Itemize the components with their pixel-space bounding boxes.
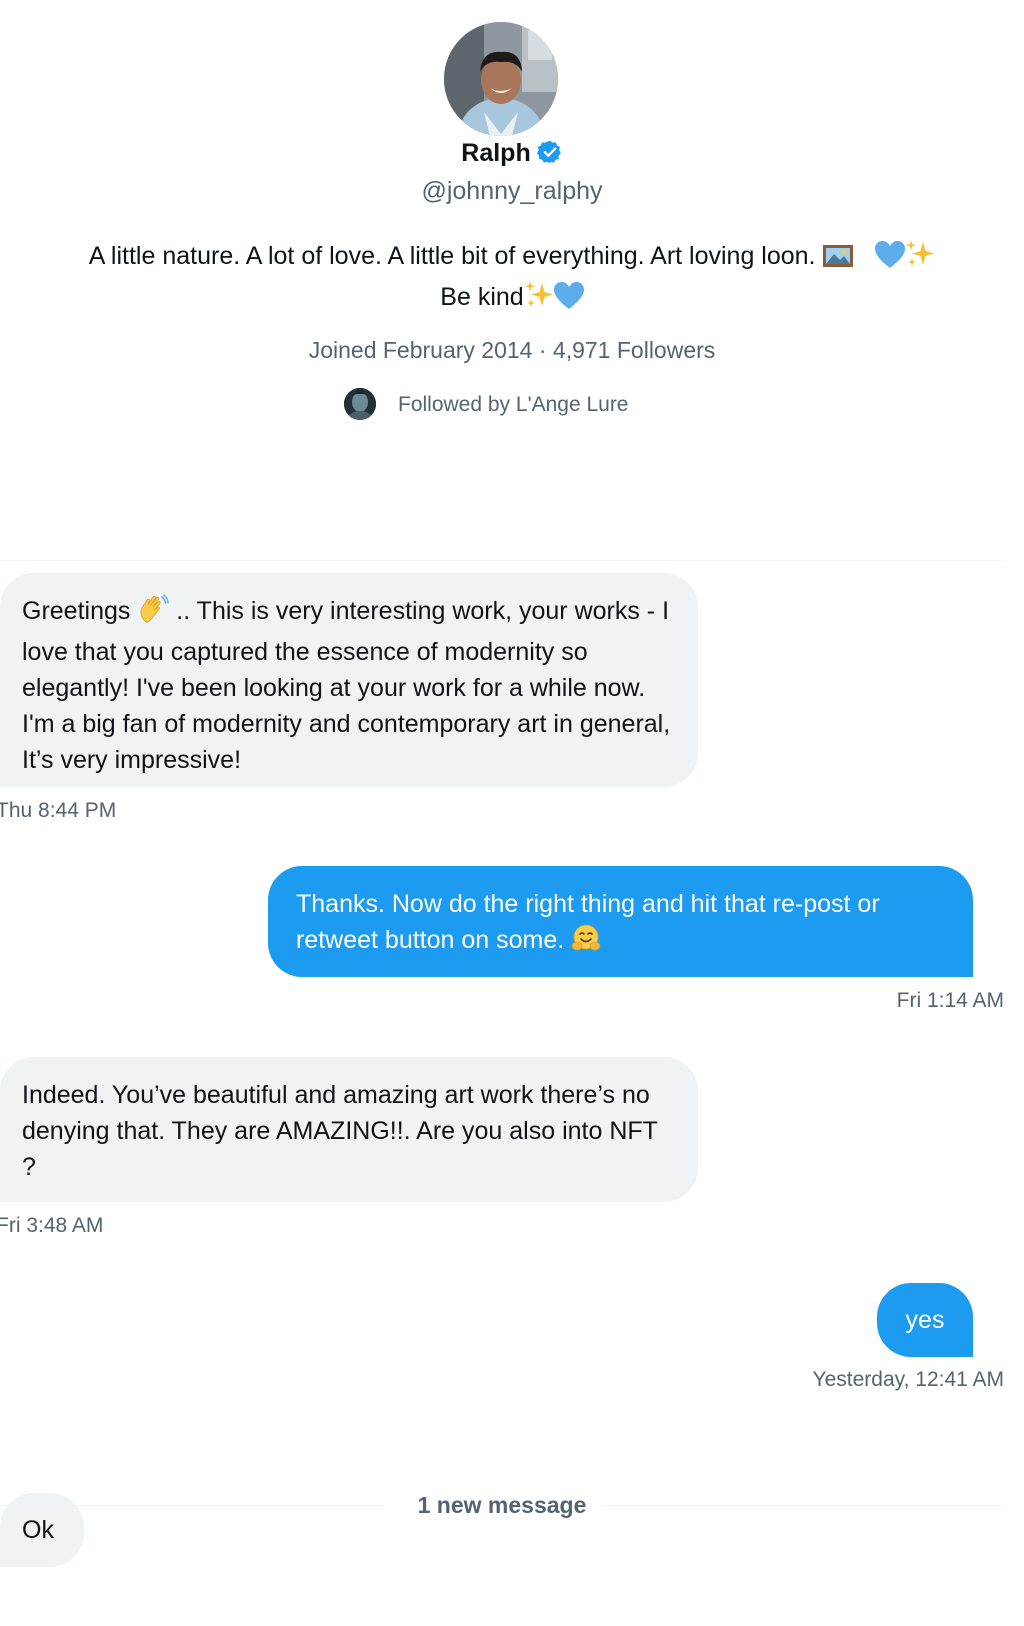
meta-separator: · <box>538 337 547 363</box>
profile-handle: @johnny_ralphy <box>421 177 603 205</box>
blue-heart-emoji <box>875 241 906 279</box>
joined-date: Joined February 2014 <box>308 337 533 363</box>
profile-meta: Joined February 2014 · 4,971 Followers <box>0 334 1024 366</box>
followed-by[interactable]: Followed by L'Ange Lure <box>344 388 629 422</box>
new-message-divider: 1 new message <box>0 1488 1004 1522</box>
message-timestamp: Thu 8:44 PM <box>0 799 117 822</box>
sparkles-emoji <box>905 239 935 279</box>
message-timestamp: Fri 1:14 AM <box>896 989 1004 1012</box>
framed-picture-emoji <box>822 243 854 279</box>
bio-line-2: Be kind <box>20 279 1004 320</box>
bio-text-2: Be kind <box>440 283 524 311</box>
bio-text-1: A little nature. A lot of love. A little… <box>88 242 816 270</box>
message-bubble-incoming[interactable]: Indeed. You’ve beautiful and amazing art… <box>0 1057 698 1202</box>
sparkles-emoji <box>524 280 554 320</box>
message-bubble-outgoing[interactable]: Thanks. Now do the right thing and hit t… <box>268 866 973 977</box>
followers-count[interactable]: 4,971 Followers <box>553 337 715 363</box>
message-text: Ok <box>22 1516 54 1544</box>
section-divider <box>0 560 1004 561</box>
profile-name[interactable]: Ralph <box>461 139 530 167</box>
message-bubble-incoming[interactable]: Ok <box>0 1493 84 1567</box>
profile-avatar[interactable] <box>444 22 558 136</box>
profile-bio: A little nature. A lot of love. A little… <box>20 238 1004 320</box>
message-timestamp: Yesterday, 12:41 AM <box>812 1368 1004 1391</box>
message-text: Indeed. You’ve beautiful and amazing art… <box>22 1081 658 1181</box>
new-message-label: 1 new message <box>0 1488 1004 1522</box>
blue-heart-emoji <box>553 282 584 320</box>
followed-by-text: Followed by L'Ange Lure <box>398 393 629 416</box>
message-timestamp: Fri 3:48 AM <box>0 1214 104 1237</box>
waving-hand-emoji <box>137 594 170 634</box>
message-bubble-incoming[interactable]: Greetings .. This is very interesting wo… <box>0 573 698 787</box>
message-text: Greetings <box>22 597 131 625</box>
profile-name-row: Ralph <box>0 136 1024 170</box>
bio-line-1: A little nature. A lot of love. A little… <box>20 238 1004 279</box>
message-text: yes <box>905 1306 945 1334</box>
verified-badge-icon <box>536 139 563 165</box>
hugging-face-emoji <box>571 923 601 963</box>
follower-avatar <box>344 388 376 420</box>
message-bubble-outgoing[interactable]: yes <box>877 1283 973 1357</box>
